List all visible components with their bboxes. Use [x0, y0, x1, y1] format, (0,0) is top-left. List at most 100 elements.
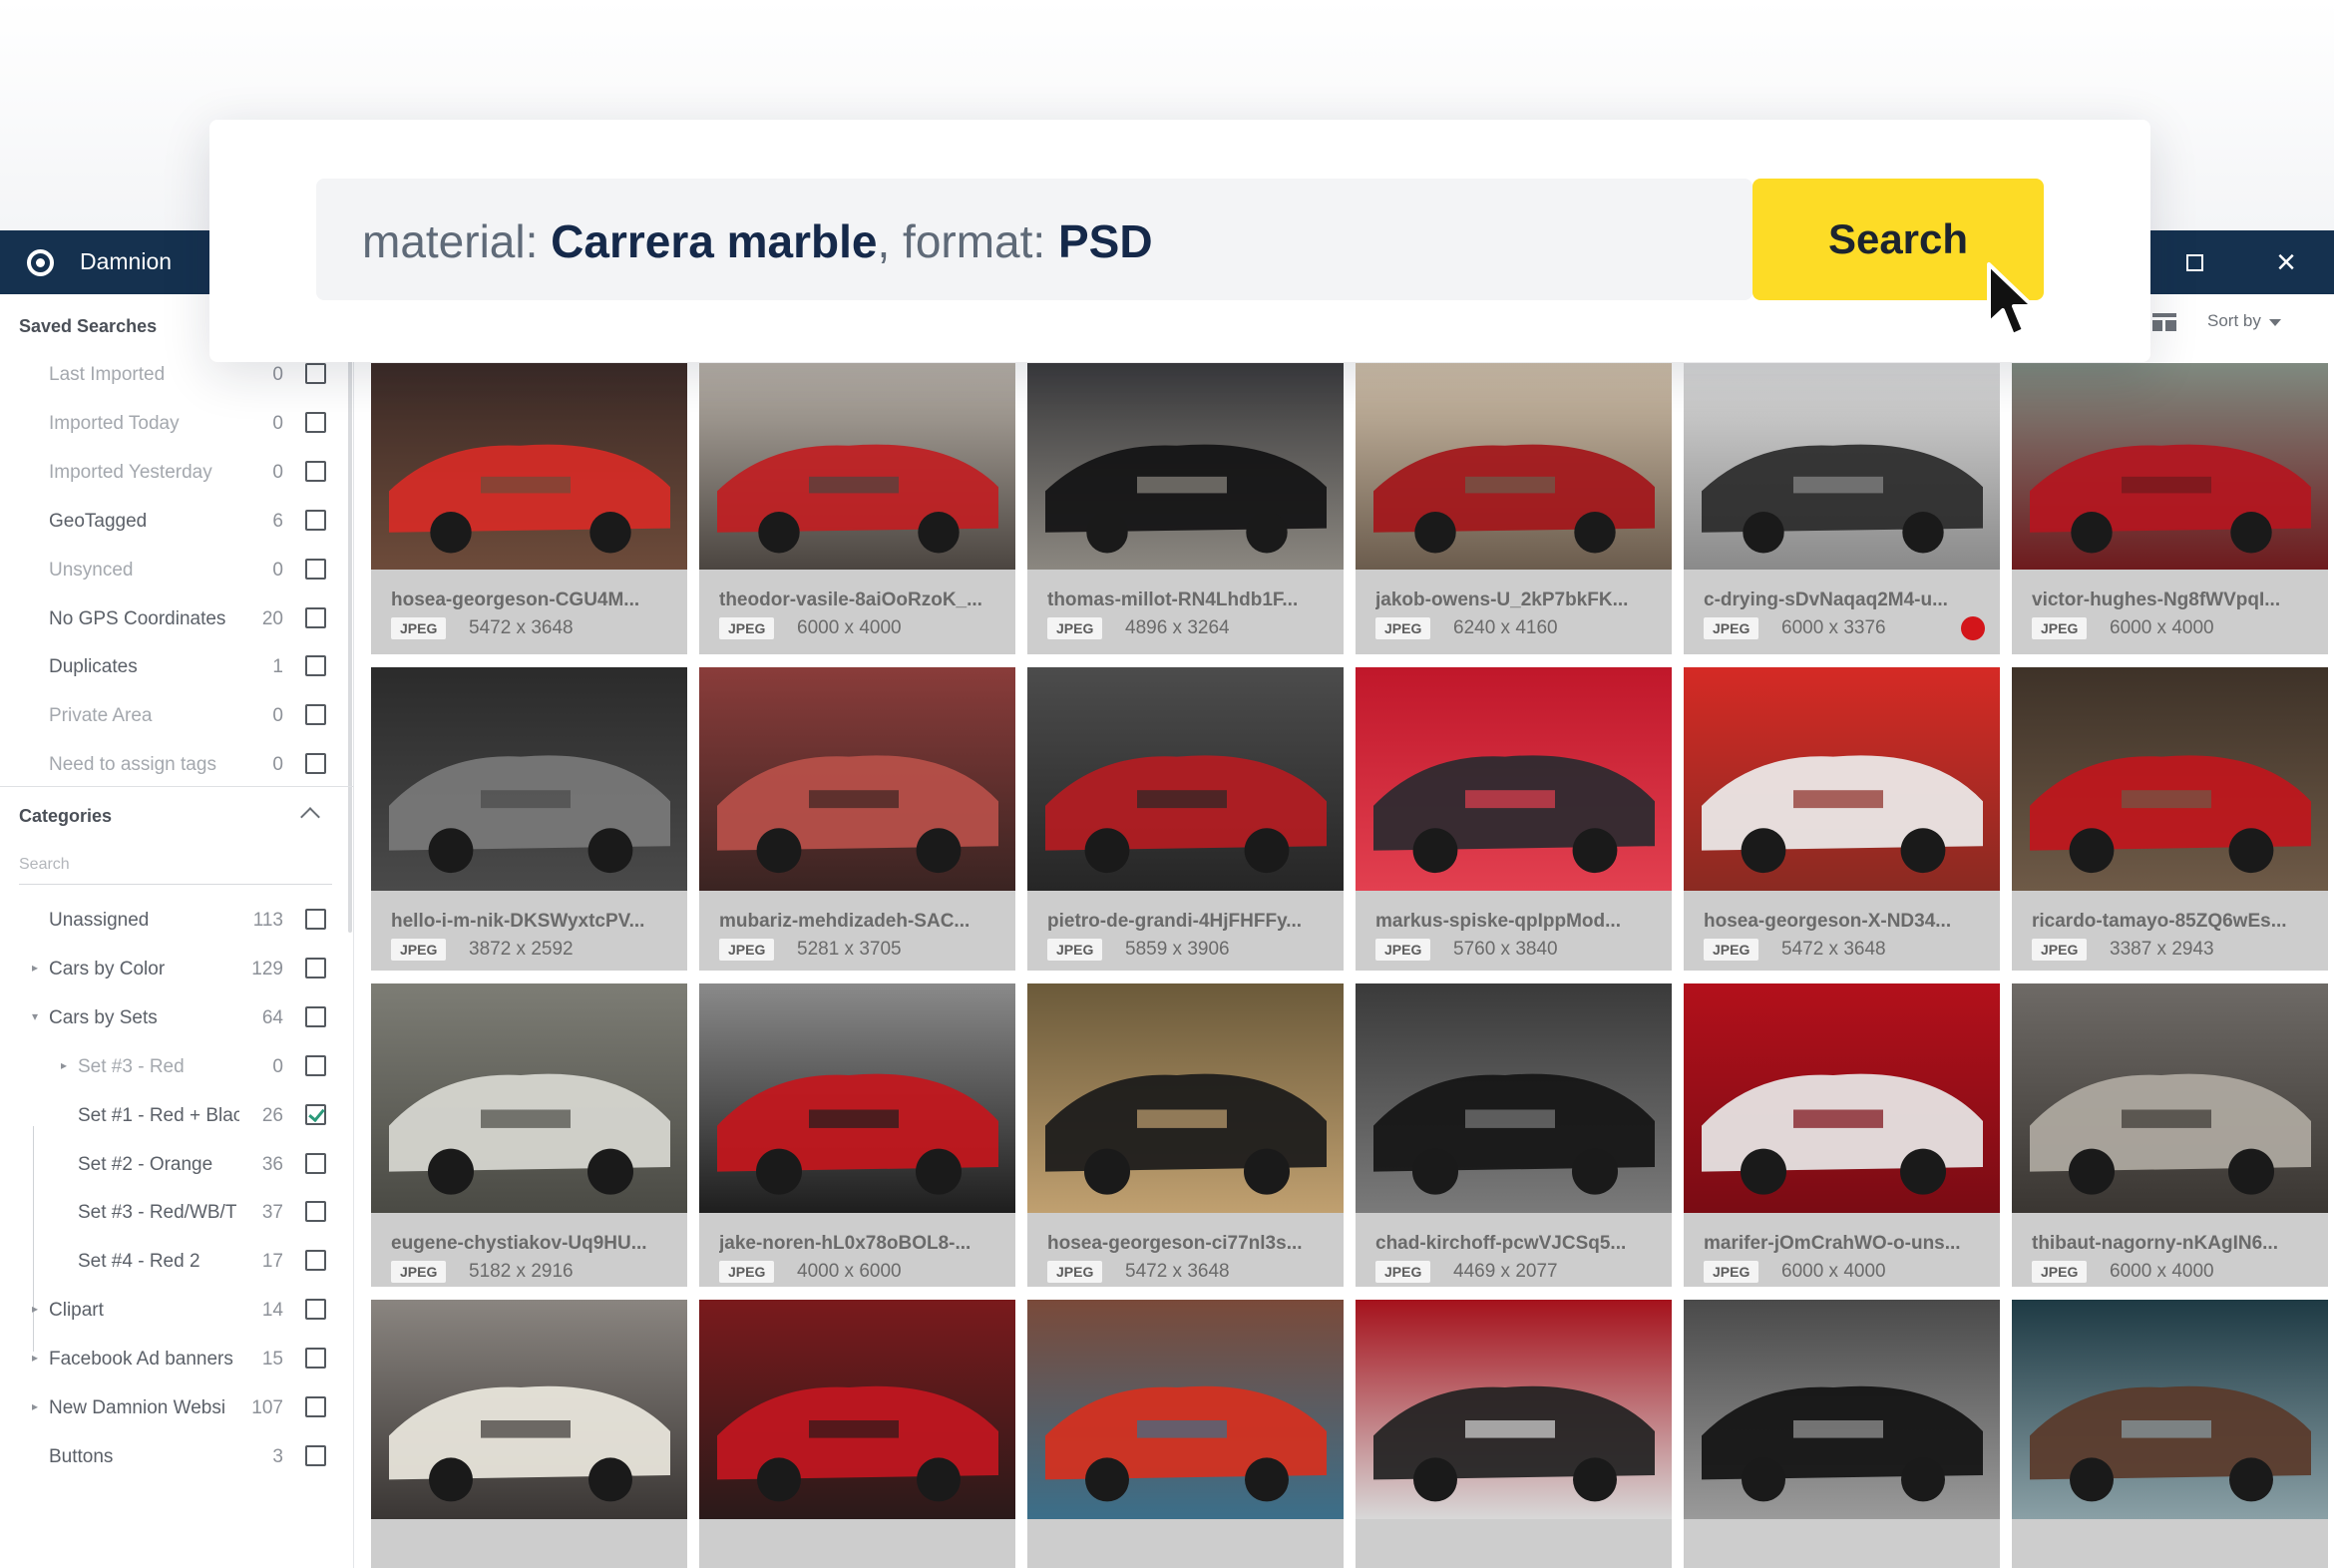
category-item[interactable]: Set #1 - Red + Blac 26 [0, 1092, 339, 1140]
expand-right-icon[interactable]: ▸ [61, 1058, 67, 1072]
checkbox[interactable] [305, 704, 326, 726]
asset-card[interactable]: theodor-vasile-8aiOoRzoK_... JPEG 6000 x 4… [699, 363, 1015, 654]
asset-card[interactable]: pietro-de-grandi-4HjFHFFy... JPEG 5859 x 3… [1027, 667, 1344, 971]
asset-thumbnail[interactable] [1684, 983, 2000, 1213]
saved-search-item[interactable]: Imported Yesterday 0 [0, 449, 339, 497]
asset-card[interactable]: victor-hughes-Ng8fWVpqI... JPEG 6000 x 400… [2012, 363, 2328, 654]
category-item[interactable]: Set #3 - Red/WB/T 37 [0, 1189, 339, 1237]
sidebar-scrollbar[interactable] [348, 334, 352, 933]
asset-card[interactable] [2012, 1300, 2328, 1568]
checkbox[interactable] [305, 606, 326, 628]
asset-card[interactable] [1356, 1300, 1672, 1568]
checkbox[interactable] [305, 655, 326, 677]
asset-thumbnail[interactable] [371, 667, 687, 891]
checkbox[interactable] [305, 1005, 326, 1027]
asset-card[interactable]: mubariz-mehdizadeh-SAC... JPEG 5281 x 3705 [699, 667, 1015, 971]
checkbox[interactable] [305, 363, 326, 384]
asset-card[interactable]: marifer-jOmCrahWO-o-uns... JPEG 6000 x 400… [1684, 983, 2000, 1287]
checkbox[interactable] [305, 460, 326, 482]
expand-right-icon[interactable]: ▸ [32, 1302, 38, 1316]
checkbox[interactable] [305, 957, 326, 979]
chevron-up-icon[interactable] [300, 807, 320, 827]
checkbox[interactable] [305, 1054, 326, 1076]
category-item[interactable]: Unassigned 113 [0, 897, 339, 945]
asset-thumbnail[interactable] [2012, 983, 2328, 1213]
asset-thumbnail[interactable] [699, 983, 1015, 1213]
asset-thumbnail[interactable] [1684, 363, 2000, 570]
sort-by-dropdown[interactable]: Sort by [2207, 311, 2281, 331]
checkbox[interactable] [305, 558, 326, 580]
asset-card[interactable]: thomas-millot-RN4Lhdb1F... JPEG 4896 x 326… [1027, 363, 1344, 654]
asset-thumbnail[interactable] [1684, 667, 2000, 891]
close-icon[interactable]: × [2268, 244, 2304, 280]
checkbox[interactable] [305, 1201, 326, 1223]
asset-card[interactable]: hosea-georgeson-ci77nl3s... JPEG 5472 x 36… [1027, 983, 1344, 1287]
checkbox[interactable] [305, 411, 326, 433]
asset-thumbnail[interactable] [371, 363, 687, 570]
checkbox[interactable] [305, 509, 326, 531]
asset-thumbnail[interactable] [2012, 1300, 2328, 1519]
checkbox[interactable] [305, 1152, 326, 1174]
asset-thumbnail[interactable] [1356, 363, 1672, 570]
asset-thumbnail[interactable] [1027, 1300, 1344, 1519]
saved-search-item[interactable]: Imported Today 0 [0, 400, 339, 448]
category-item[interactable]: ▸ Facebook Ad banners 15 [0, 1336, 339, 1383]
asset-card[interactable]: hosea-georgeson-X-ND34... JPEG 5472 x 3648 [1684, 667, 2000, 971]
asset-card[interactable]: ricardo-tamayo-85ZQ6wEs... JPEG 3387 x 294… [2012, 667, 2328, 971]
category-item[interactable]: Set #2 - Orange 36 [0, 1141, 339, 1189]
checkbox[interactable] [305, 1103, 326, 1125]
asset-card[interactable]: hello-i-m-nik-DKSWyxtcPV... JPEG 3872 x 25… [371, 667, 687, 971]
asset-thumbnail[interactable] [1027, 667, 1344, 891]
checkbox[interactable] [305, 753, 326, 775]
expand-right-icon[interactable]: ▸ [32, 1399, 38, 1413]
category-item[interactable]: ▸ New Damnion Websi 107 [0, 1384, 339, 1432]
asset-card[interactable]: thibaut-nagorny-nKAgIN6... JPEG 6000 x 400… [2012, 983, 2328, 1287]
asset-card[interactable]: eugene-chystiakov-Uq9HU... JPEG 5182 x 291… [371, 983, 687, 1287]
saved-search-item[interactable]: No GPS Coordinates 20 [0, 595, 339, 643]
category-item[interactable]: ▸ Cars by Color 129 [0, 946, 339, 993]
asset-thumbnail[interactable] [699, 363, 1015, 570]
asset-card[interactable] [699, 1300, 1015, 1568]
saved-search-item[interactable]: GeoTagged 6 [0, 498, 339, 546]
asset-thumbnail[interactable] [1027, 983, 1344, 1213]
asset-card[interactable] [1027, 1300, 1344, 1568]
saved-search-item[interactable]: Unsynced 0 [0, 547, 339, 594]
checkbox[interactable] [305, 1250, 326, 1272]
category-item[interactable]: Set #4 - Red 2 17 [0, 1238, 339, 1286]
saved-search-item[interactable]: Duplicates 1 [0, 643, 339, 691]
asset-thumbnail[interactable] [699, 1300, 1015, 1519]
asset-thumbnail[interactable] [699, 667, 1015, 891]
grid-view-icon[interactable] [2152, 313, 2176, 331]
expand-right-icon[interactable]: ▸ [32, 961, 38, 975]
asset-thumbnail[interactable] [1356, 983, 1672, 1213]
checkbox[interactable] [305, 1444, 326, 1466]
asset-thumbnail[interactable] [1684, 1300, 2000, 1519]
maximize-icon[interactable] [2176, 244, 2212, 280]
checkbox[interactable] [305, 1348, 326, 1370]
asset-card[interactable]: chad-kirchoff-pcwVJCSq5... JPEG 4469 x 207… [1356, 983, 1672, 1287]
asset-thumbnail[interactable] [2012, 363, 2328, 570]
asset-thumbnail[interactable] [1027, 363, 1344, 570]
asset-card[interactable]: hosea-georgeson-CGU4M... JPEG 5472 x 3648 [371, 363, 687, 654]
expand-right-icon[interactable]: ▸ [32, 1351, 38, 1365]
category-item[interactable]: ▸ Clipart 14 [0, 1287, 339, 1335]
category-item[interactable]: ▾ Cars by Sets 64 [0, 994, 339, 1042]
expand-down-icon[interactable]: ▾ [32, 1009, 38, 1023]
asset-thumbnail[interactable] [371, 983, 687, 1213]
checkbox[interactable] [305, 1396, 326, 1417]
checkbox[interactable] [305, 909, 326, 930]
categories-search-input[interactable]: Search [19, 850, 332, 885]
asset-card[interactable] [1684, 1300, 2000, 1568]
saved-search-item[interactable]: Need to assign tags 0 [0, 741, 339, 789]
checkbox[interactable] [305, 1299, 326, 1321]
asset-thumbnail[interactable] [1356, 1300, 1672, 1519]
asset-thumbnail[interactable] [1356, 667, 1672, 891]
asset-thumbnail[interactable] [371, 1300, 687, 1519]
saved-search-item[interactable]: Private Area 0 [0, 692, 339, 740]
asset-card[interactable]: c-drying-sDvNaqaq2M4-u... JPEG 6000 x 3376 [1684, 363, 2000, 654]
asset-card[interactable]: jakob-owens-U_2kP7bkFK... JPEG 6240 x 4160 [1356, 363, 1672, 654]
asset-card[interactable] [371, 1300, 687, 1568]
category-item[interactable]: Buttons 3 [0, 1433, 339, 1481]
asset-card[interactable]: markus-spiske-qpIppMod... JPEG 5760 x 3840 [1356, 667, 1672, 971]
asset-card[interactable]: jake-noren-hL0x78oBOL8-... JPEG 4000 x 600… [699, 983, 1015, 1287]
